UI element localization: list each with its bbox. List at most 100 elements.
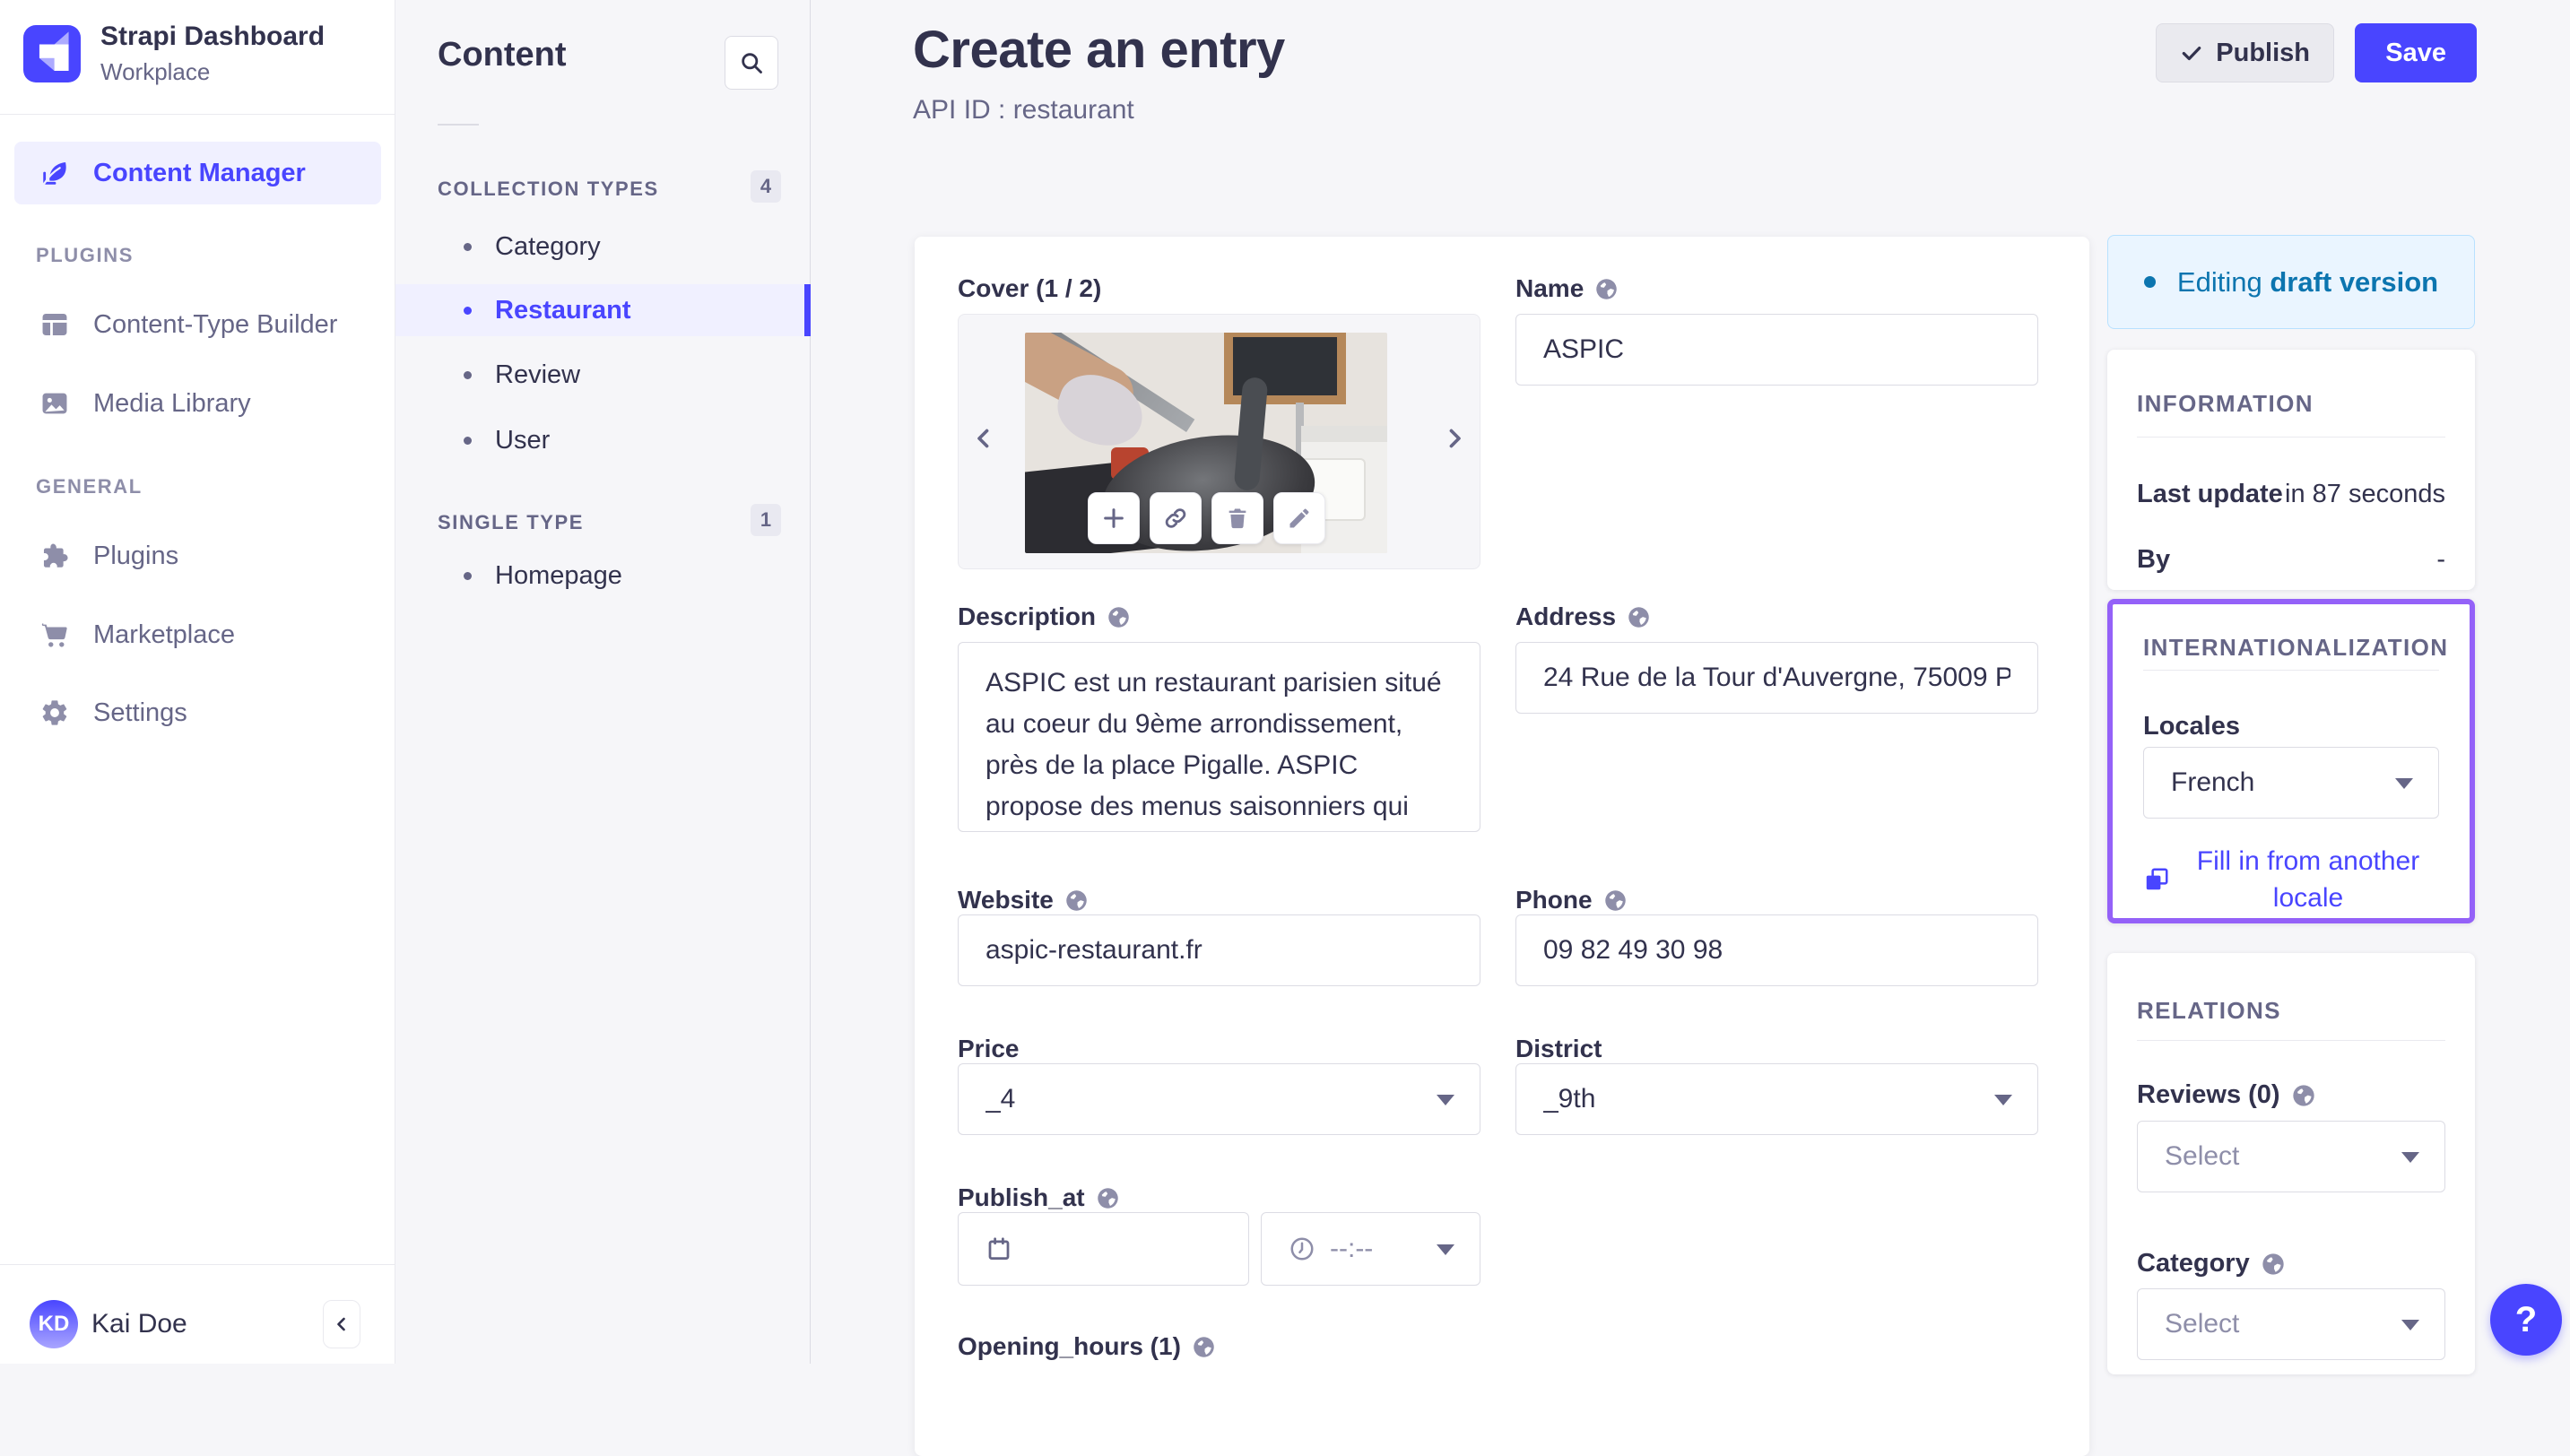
subnav-item-review[interactable]: Review xyxy=(395,349,811,401)
address-field-label: Address xyxy=(1515,599,2038,635)
by-row: By - xyxy=(2137,545,2445,575)
field-label-text: Reviews (0) xyxy=(2137,1080,2280,1109)
caret-down-icon xyxy=(1994,1095,2012,1105)
relations-title: RELATIONS xyxy=(2137,997,2281,1024)
name-value: ASPIC xyxy=(1543,334,1625,364)
api-id-subtitle: API ID : restaurant xyxy=(913,95,1134,125)
gear-icon xyxy=(39,698,70,728)
subnav-item-label: Review xyxy=(495,360,581,389)
sidebar-item-label: Settings xyxy=(93,698,187,727)
publish-at-field-label: Publish_at xyxy=(958,1180,1480,1216)
field-label-text: Description xyxy=(958,602,1097,630)
group-single-type: SINGLE TYPE xyxy=(438,511,585,533)
sidebar-footer-divider xyxy=(0,1264,395,1265)
subnav-item-label: Homepage xyxy=(495,560,622,590)
name-input[interactable]: ASPIC xyxy=(1515,314,2038,386)
sidebar-item-label: Plugins xyxy=(93,541,179,570)
collapse-sidebar-button[interactable] xyxy=(323,1300,360,1348)
collection-types-count-badge: 4 xyxy=(751,170,781,203)
sidebar-item-media-library[interactable]: Media Library xyxy=(0,375,395,432)
district-select[interactable]: _9th xyxy=(1515,1063,2038,1135)
relations-card: RELATIONS Reviews (0) Select Category Se… xyxy=(2107,953,2475,1374)
copy-link-button[interactable] xyxy=(1150,492,1202,544)
cart-icon xyxy=(39,620,70,650)
sidebar-item-label: Media Library xyxy=(93,388,251,418)
pencil-icon xyxy=(1287,506,1312,531)
publish-button[interactable]: Publish xyxy=(2156,23,2334,82)
caret-down-icon xyxy=(1437,1244,1454,1255)
globe-icon xyxy=(1096,1186,1120,1210)
cover-actions xyxy=(1088,492,1325,544)
clock-icon xyxy=(1289,1235,1315,1262)
publish-at-time-input[interactable]: --:-- xyxy=(1261,1212,1480,1286)
locale-value: French xyxy=(2171,767,2255,797)
search-button[interactable] xyxy=(725,36,778,90)
sidebar-item-label: Marketplace xyxy=(93,620,235,649)
add-asset-button[interactable] xyxy=(1088,492,1140,544)
subnav-divider xyxy=(438,124,479,126)
bullet-icon xyxy=(464,571,472,580)
internationalization-card: INTERNATIONALIZATION Locales French Fill… xyxy=(2107,599,2475,923)
website-input[interactable]: aspic-restaurant.fr xyxy=(958,914,1480,986)
subnav-item-category[interactable]: Category xyxy=(395,221,811,273)
subnav-title: Content xyxy=(438,36,567,74)
subnav-item-homepage[interactable]: Homepage xyxy=(395,550,811,602)
fill-from-locale-label: Fill in from another locale xyxy=(2196,846,2420,913)
sidebar-item-label: Content Manager xyxy=(93,158,306,187)
caret-down-icon xyxy=(1437,1095,1454,1105)
globe-icon xyxy=(1107,605,1131,629)
subnav-item-restaurant[interactable]: Restaurant xyxy=(395,284,811,336)
content-subnav: Content COLLECTION TYPES 4 Category Rest… xyxy=(395,0,811,1364)
sidebar-item-settings[interactable]: Settings xyxy=(0,684,395,741)
publish-at-date-input[interactable] xyxy=(958,1212,1249,1286)
sidebar-item-plugins[interactable]: Plugins xyxy=(0,527,395,585)
reviews-select[interactable]: Select xyxy=(2137,1121,2445,1192)
publish-label: Publish xyxy=(2216,38,2310,67)
internationalization-title: INTERNATIONALIZATION xyxy=(2143,634,2449,661)
sidebar-item-content-manager[interactable]: Content Manager xyxy=(14,142,381,204)
district-field-label: District xyxy=(1515,1031,2038,1067)
description-field-label: Description xyxy=(958,599,1480,635)
help-button[interactable]: ? xyxy=(2490,1284,2562,1356)
delete-asset-button[interactable] xyxy=(1211,492,1263,544)
puzzle-icon xyxy=(39,541,70,571)
sidebar-item-marketplace[interactable]: Marketplace xyxy=(0,606,395,663)
globe-icon xyxy=(1064,888,1089,913)
image-icon xyxy=(39,388,70,419)
search-icon xyxy=(739,50,764,75)
locale-select[interactable]: French xyxy=(2143,747,2439,819)
phone-input[interactable]: 09 82 49 30 98 xyxy=(1515,914,2038,986)
single-type-count-badge: 1 xyxy=(751,504,781,536)
globe-icon xyxy=(1192,1335,1216,1359)
avatar[interactable]: KD xyxy=(30,1300,78,1348)
locales-label: Locales xyxy=(2143,712,2240,741)
carousel-prev-button[interactable] xyxy=(962,410,1005,467)
sidebar-item-content-type-builder[interactable]: Content-Type Builder xyxy=(0,296,395,353)
address-input[interactable]: 24 Rue de la Tour d'Auvergne, 75009 Pari… xyxy=(1515,642,2038,714)
layout-icon xyxy=(39,309,70,340)
caret-down-icon xyxy=(2401,1320,2419,1330)
subnav-item-user[interactable]: User xyxy=(395,414,811,466)
select-placeholder: Select xyxy=(2165,1309,2240,1339)
status-dot-icon xyxy=(2143,276,2156,288)
field-label-text: Cover (1 / 2) xyxy=(958,274,1102,302)
save-button[interactable]: Save xyxy=(2355,23,2477,82)
draft-status-banner: Editing draft version xyxy=(2107,235,2475,329)
bullet-icon xyxy=(464,370,472,379)
price-value: _4 xyxy=(985,1084,1016,1114)
globe-icon xyxy=(1627,605,1651,629)
website-field-label: Website xyxy=(958,882,1480,918)
information-title: INFORMATION xyxy=(2137,390,2314,417)
carousel-next-button[interactable] xyxy=(1433,410,1476,467)
opening-hours-field-label: Opening_hours (1) xyxy=(958,1329,1480,1365)
group-collection-types: COLLECTION TYPES xyxy=(438,178,659,200)
address-value: 24 Rue de la Tour d'Auvergne, 75009 Pari… xyxy=(1543,663,2010,692)
information-card: INFORMATION Last update in 87 seconds By… xyxy=(2107,350,2475,590)
price-select[interactable]: _4 xyxy=(958,1063,1480,1135)
category-select[interactable]: Select xyxy=(2137,1288,2445,1360)
website-value: aspic-restaurant.fr xyxy=(985,935,1203,965)
fill-from-locale-link[interactable]: Fill in from another locale xyxy=(2143,843,2439,916)
description-textarea[interactable]: ASPIC est un restaurant parisien situé a… xyxy=(958,642,1480,832)
edit-asset-button[interactable] xyxy=(1273,492,1325,544)
field-label-text: District xyxy=(1515,1035,1602,1062)
